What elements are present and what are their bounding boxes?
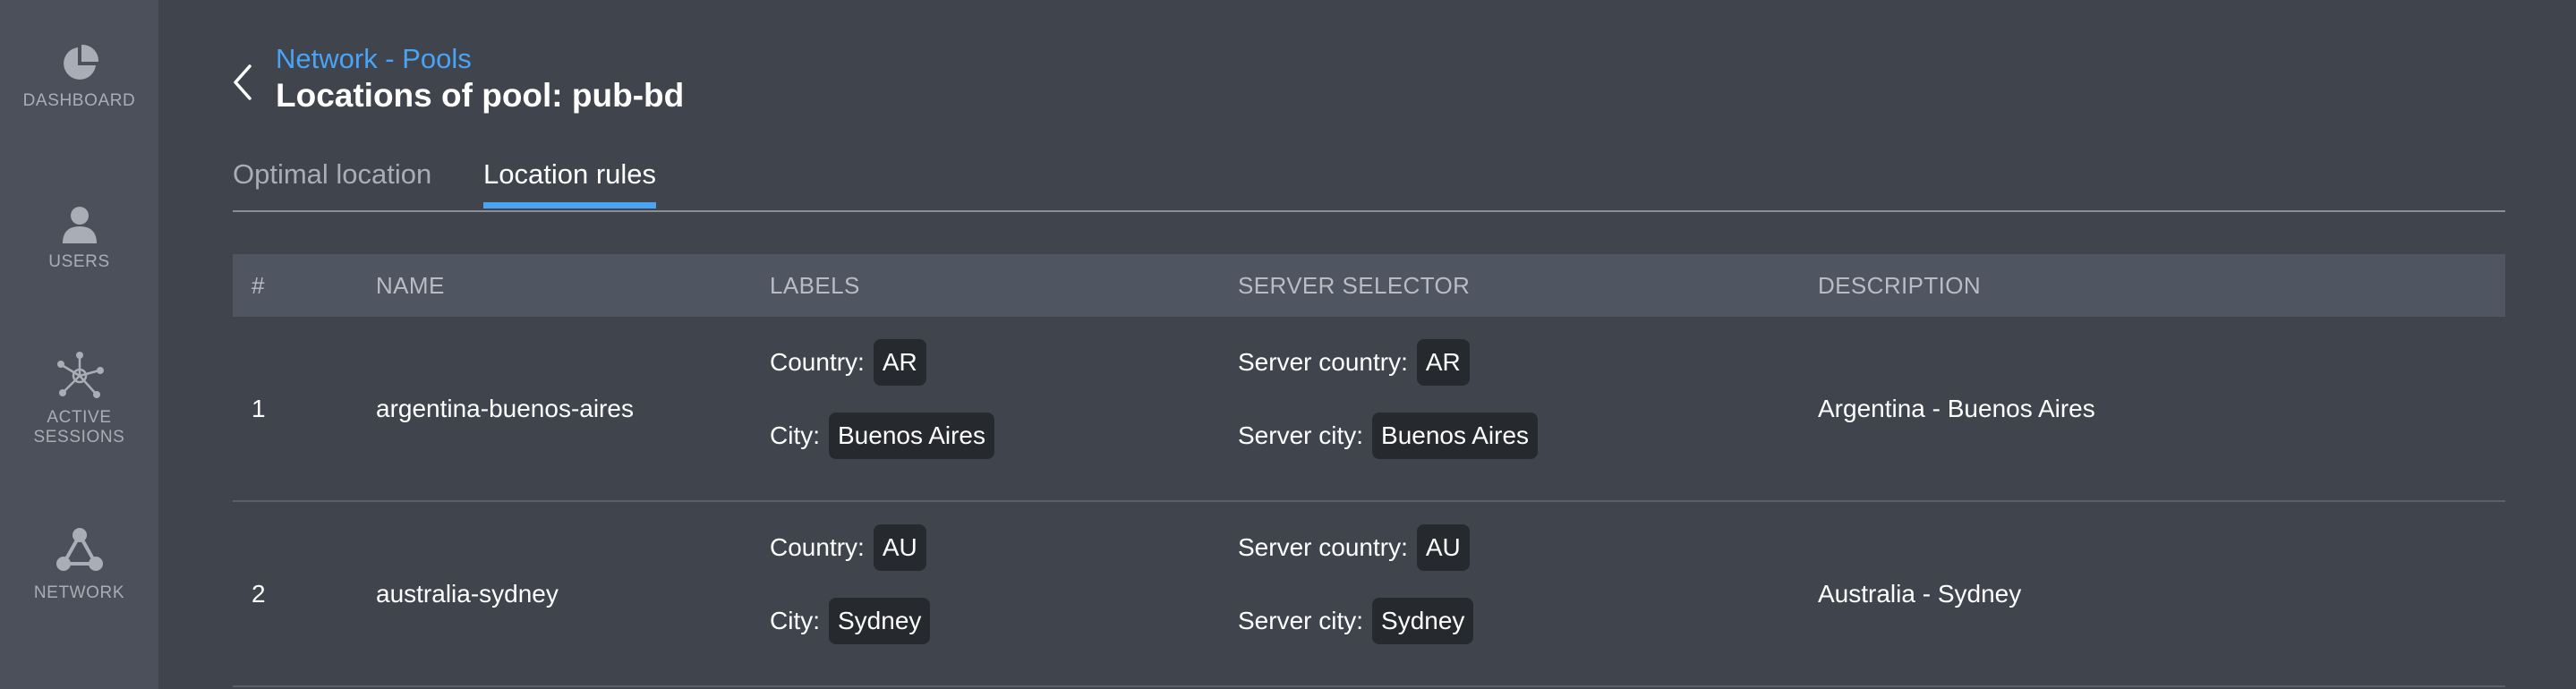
sidebar-item-label: NETWORK — [33, 583, 125, 602]
sidebar-item-label: USERS — [48, 252, 110, 271]
breadcrumb-link[interactable]: Network - Pools — [276, 43, 472, 75]
rule-name: australia-sydney — [376, 580, 559, 608]
column-header-number: # — [252, 272, 265, 299]
rule-description: Australia - Sydney — [1818, 580, 2022, 608]
label-value-chip: AU — [873, 524, 926, 571]
label-key: Country: — [770, 533, 865, 561]
network-triangle-icon — [55, 528, 103, 571]
back-chevron-icon[interactable] — [230, 61, 255, 104]
row-number: 1 — [252, 395, 266, 422]
label-country: Country: AU — [770, 523, 926, 572]
label-country: Country: AR — [770, 338, 926, 387]
sidebar-item-users[interactable]: USERS — [0, 204, 158, 272]
sidebar-item-active-sessions[interactable]: ACTIVE SESSIONS — [0, 351, 158, 447]
sidebar-item-dashboard[interactable]: DASHBOARD — [0, 43, 158, 111]
label-key: City: — [770, 421, 820, 449]
column-header-name: NAME — [376, 272, 445, 299]
tab-location-rules[interactable]: Location rules — [483, 155, 657, 208]
server-city: Server city: Buenos Aires — [1238, 412, 1539, 460]
main-content: Network - Pools Locations of pool: pub-b… — [158, 0, 2576, 689]
location-rules-table: # NAME LABELS SERVER SELECTOR DESCRIPTIO… — [233, 254, 2505, 687]
server-country: Server country: AU — [1238, 523, 1470, 572]
label-value-chip: AR — [873, 339, 926, 386]
selector-value-chip: AR — [1416, 339, 1470, 386]
tab-label: Optimal location — [233, 158, 432, 190]
column-header-server-selector: SERVER SELECTOR — [1238, 272, 1471, 299]
selector-value-chip: Buenos Aires — [1372, 413, 1539, 459]
sidebar-item-network[interactable]: NETWORK — [0, 526, 158, 603]
table-header: # NAME LABELS SERVER SELECTOR DESCRIPTIO… — [233, 254, 2505, 317]
server-city: Server city: Sydney — [1238, 597, 1474, 645]
selector-key: Server city: — [1238, 421, 1364, 449]
selector-key: Server city: — [1238, 607, 1364, 634]
column-header-labels: LABELS — [770, 272, 860, 299]
label-city: City: Sydney — [770, 597, 931, 645]
label-value-chip: Buenos Aires — [829, 413, 994, 459]
server-country: Server country: AR — [1238, 338, 1470, 387]
label-key: City: — [770, 607, 820, 634]
dashboard-pie-icon — [63, 44, 98, 80]
rule-name: argentina-buenos-aires — [376, 395, 634, 422]
tab-bar: Optimal location Location rules — [233, 155, 2505, 212]
sidebar: DASHBOARD USERS ACTIVE SESSIONS NETWORK — [0, 0, 158, 689]
selector-value-chip: AU — [1416, 524, 1470, 571]
label-city: City: Buenos Aires — [770, 412, 994, 460]
active-tab-indicator — [483, 202, 657, 208]
selector-value-chip: Sydney — [1372, 598, 1474, 644]
selector-key: Server country: — [1238, 348, 1408, 376]
sidebar-item-label: DASHBOARD — [22, 91, 136, 110]
rule-description: Argentina - Buenos Aires — [1818, 395, 2095, 422]
page-title: Locations of pool: pub-bd — [276, 77, 685, 114]
tab-label: Location rules — [483, 158, 657, 190]
column-header-description: DESCRIPTION — [1818, 272, 1982, 299]
table-row[interactable]: 1 argentina-buenos-aires Country: AR Cit… — [233, 317, 2505, 502]
label-value-chip: Sydney — [829, 598, 931, 644]
label-key: Country: — [770, 348, 865, 376]
tab-optimal-location[interactable]: Optimal location — [233, 155, 431, 207]
app: DASHBOARD USERS ACTIVE SESSIONS NETWORK … — [0, 0, 2576, 689]
table-row[interactable]: 2 australia-sydney Country: AU City: Syd… — [233, 502, 2505, 687]
user-icon — [62, 207, 97, 243]
selector-key: Server country: — [1238, 533, 1408, 561]
row-number: 2 — [252, 580, 266, 608]
sidebar-item-label: ACTIVE SESSIONS — [33, 408, 125, 447]
network-nodes-icon — [56, 352, 104, 398]
